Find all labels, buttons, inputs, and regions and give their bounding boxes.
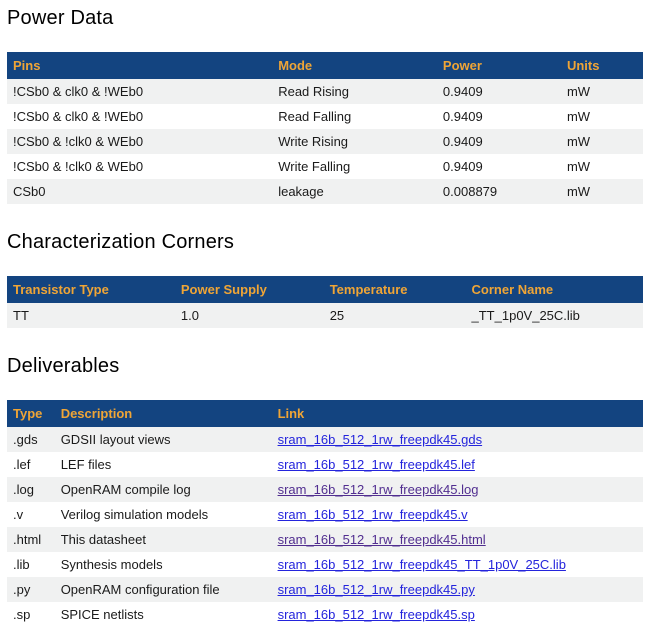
column-header: Corner Name [466, 276, 643, 303]
file-link[interactable]: sram_16b_512_1rw_freepdk45.html [278, 532, 486, 547]
table-cell: .v [7, 502, 55, 527]
table-row: .libSynthesis models sram_16b_512_1rw_fre… [7, 552, 643, 577]
section-title-deliverables: Deliverables [7, 354, 643, 378]
table-cell: Read Rising [272, 79, 437, 104]
file-link[interactable]: sram_16b_512_1rw_freepdk45.lef [278, 457, 475, 472]
table-row: .lefLEF files sram_16b_512_1rw_freepdk45.… [7, 452, 643, 477]
table-cell: TT [7, 303, 175, 328]
table-cell: 0.9409 [437, 104, 561, 129]
table-cell: _TT_1p0V_25C.lib [466, 303, 643, 328]
table-cell: .gds [7, 427, 55, 452]
table-cell: Read Falling [272, 104, 437, 129]
table-cell: !CSb0 & !clk0 & WEb0 [7, 154, 272, 179]
table-cell: 0.008879 [437, 179, 561, 204]
datasheet-page: Power Data PinsModePowerUnits!CSb0 & clk… [0, 0, 660, 633]
table-row: .logOpenRAM compile log sram_16b_512_1rw_… [7, 477, 643, 502]
section-title-power-data: Power Data [7, 6, 643, 30]
table-cell: This datasheet [55, 527, 272, 552]
table-cell: .sp [7, 602, 55, 627]
file-link[interactable]: sram_16b_512_1rw_freepdk45.py [278, 582, 475, 597]
table-cell: !CSb0 & !clk0 & WEb0 [7, 129, 272, 154]
table-cell: .py [7, 577, 55, 602]
column-header: Pins [7, 52, 272, 79]
table-cell: Synthesis models [55, 552, 272, 577]
table-cell: .lib [7, 552, 55, 577]
table-cell: mW [561, 79, 643, 104]
table-cell: .lef [7, 452, 55, 477]
characterization-corners-table: Transistor TypePower SupplyTemperatureCo… [7, 276, 643, 328]
file-link[interactable]: sram_16b_512_1rw_freepdk45_TT_1p0V_25C.l… [278, 557, 566, 572]
table-cell: 1.0 [175, 303, 324, 328]
power-data-table: PinsModePowerUnits!CSb0 & clk0 & !WEb0Re… [7, 52, 643, 204]
column-header: Power [437, 52, 561, 79]
table-cell: !CSb0 & clk0 & !WEb0 [7, 104, 272, 129]
table-header-row: PinsModePowerUnits [7, 52, 643, 79]
table-cell: 0.9409 [437, 79, 561, 104]
table-cell: SPICE netlists [55, 602, 272, 627]
table-cell: sram_16b_512_1rw_freepdk45.sp [272, 602, 643, 627]
column-header: Description [55, 400, 272, 427]
table-cell: 0.9409 [437, 154, 561, 179]
column-header: Link [272, 400, 643, 427]
table-cell: sram_16b_512_1rw_freepdk45.log [272, 477, 643, 502]
table-row: .pyOpenRAM configuration file sram_16b_51… [7, 577, 643, 602]
table-header-row: Transistor TypePower SupplyTemperatureCo… [7, 276, 643, 303]
table-cell: OpenRAM compile log [55, 477, 272, 502]
table-row: TT1.025_TT_1p0V_25C.lib [7, 303, 643, 328]
table-cell: sram_16b_512_1rw_freepdk45.v [272, 502, 643, 527]
table-row: .gdsGDSII layout views sram_16b_512_1rw_f… [7, 427, 643, 452]
table-cell: !CSb0 & clk0 & !WEb0 [7, 79, 272, 104]
table-header-row: TypeDescriptionLink [7, 400, 643, 427]
table-cell: mW [561, 104, 643, 129]
column-header: Power Supply [175, 276, 324, 303]
table-cell: Write Falling [272, 154, 437, 179]
table-cell: sram_16b_512_1rw_freepdk45.lef [272, 452, 643, 477]
file-link[interactable]: sram_16b_512_1rw_freepdk45.log [278, 482, 479, 497]
table-cell: mW [561, 129, 643, 154]
table-cell: leakage [272, 179, 437, 204]
column-header: Temperature [324, 276, 466, 303]
column-header: Transistor Type [7, 276, 175, 303]
file-link[interactable]: sram_16b_512_1rw_freepdk45.gds [278, 432, 483, 447]
table-cell: sram_16b_512_1rw_freepdk45.gds [272, 427, 643, 452]
section-title-characterization-corners: Characterization Corners [7, 230, 643, 254]
column-header: Units [561, 52, 643, 79]
table-row: !CSb0 & !clk0 & WEb0Write Rising0.9409mW [7, 129, 643, 154]
table-cell: LEF files [55, 452, 272, 477]
table-cell: OpenRAM configuration file [55, 577, 272, 602]
table-row: CSb0leakage0.008879mW [7, 179, 643, 204]
table-cell: 25 [324, 303, 466, 328]
table-cell: GDSII layout views [55, 427, 272, 452]
file-link[interactable]: sram_16b_512_1rw_freepdk45.v [278, 507, 468, 522]
table-cell: mW [561, 179, 643, 204]
table-row: .vVerilog simulation models sram_16b_512_… [7, 502, 643, 527]
deliverables-table: TypeDescriptionLink.gdsGDSII layout view… [7, 400, 643, 627]
table-cell: mW [561, 154, 643, 179]
table-cell: Verilog simulation models [55, 502, 272, 527]
table-row: .htmlThis datasheet sram_16b_512_1rw_free… [7, 527, 643, 552]
table-row: !CSb0 & clk0 & !WEb0Read Falling0.9409mW [7, 104, 643, 129]
table-row: !CSb0 & !clk0 & WEb0Write Falling0.9409m… [7, 154, 643, 179]
table-cell: CSb0 [7, 179, 272, 204]
file-link[interactable]: sram_16b_512_1rw_freepdk45.sp [278, 607, 475, 622]
table-cell: sram_16b_512_1rw_freepdk45.py [272, 577, 643, 602]
table-cell: .html [7, 527, 55, 552]
table-cell: .log [7, 477, 55, 502]
table-row: .spSPICE netlists sram_16b_512_1rw_freepd… [7, 602, 643, 627]
column-header: Type [7, 400, 55, 427]
table-cell: Write Rising [272, 129, 437, 154]
table-row: !CSb0 & clk0 & !WEb0Read Rising0.9409mW [7, 79, 643, 104]
table-cell: 0.9409 [437, 129, 561, 154]
column-header: Mode [272, 52, 437, 79]
table-cell: sram_16b_512_1rw_freepdk45.html [272, 527, 643, 552]
table-cell: sram_16b_512_1rw_freepdk45_TT_1p0V_25C.l… [272, 552, 643, 577]
